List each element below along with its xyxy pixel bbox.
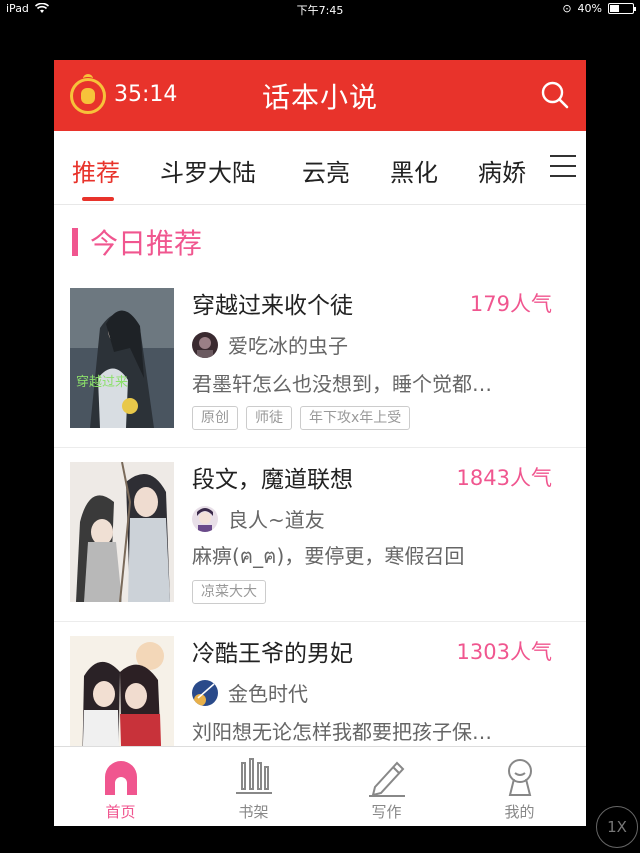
bookshelf-icon	[235, 758, 272, 794]
author-avatar	[192, 505, 218, 532]
nav-label: 写作	[371, 803, 402, 821]
book-description: 君墨轩怎么也没想到，睡个觉都…	[192, 372, 492, 396]
nav-label: 书架	[238, 803, 269, 821]
popularity: 179人气	[469, 292, 552, 316]
menu-icon[interactable]	[550, 155, 576, 177]
category-tabs: 推荐 斗罗大陆 云亮 黑化 病娇	[54, 131, 586, 205]
status-bar: iPad 下午7:45 ⊙ 40%	[0, 0, 640, 18]
tag[interactable]: 凉菜大大	[192, 580, 266, 604]
speed-toggle-button[interactable]: 1X	[596, 806, 638, 848]
bottom-nav: 首页 书架 写作 我的	[54, 746, 586, 826]
book-title: 段文，魔道联想	[192, 467, 353, 493]
battery-level	[610, 5, 619, 12]
book-author[interactable]: 爱吃冰的虫子	[192, 330, 348, 359]
nav-label: 我的	[504, 803, 535, 821]
section-header: 今日推荐	[72, 222, 202, 262]
author-avatar	[192, 331, 218, 358]
tab-yunliang[interactable]: 云亮	[302, 153, 350, 188]
pen-icon	[368, 761, 405, 797]
tab-recommend[interactable]: 推荐	[72, 153, 120, 188]
book-description: 麻痹(ฅ_ฅ)，要停更，寒假召回	[192, 544, 465, 568]
search-icon[interactable]	[540, 80, 570, 110]
section-marker	[72, 228, 78, 256]
tag[interactable]: 师徒	[246, 406, 292, 430]
book-cover[interactable]: 穿越过来	[70, 288, 174, 428]
home-icon	[104, 761, 137, 795]
book-author[interactable]: 良人~道友	[192, 504, 325, 533]
author-avatar	[192, 679, 218, 706]
tag[interactable]: 年下攻x年上受	[300, 406, 411, 430]
nav-label: 首页	[105, 803, 136, 821]
svg-text:穿越过来: 穿越过来	[76, 374, 128, 390]
author-name: 良人~道友	[228, 508, 325, 532]
book-author[interactable]: 金色时代	[192, 678, 308, 707]
book-title: 穿越过来收个徒	[192, 293, 353, 319]
nav-write[interactable]: 写作	[320, 747, 453, 826]
book-tags: 原创 师徒 年下攻x年上受	[192, 406, 411, 430]
nav-home[interactable]: 首页	[54, 747, 187, 826]
popularity: 1303人气	[456, 640, 552, 664]
book-item[interactable]: 穿越过来 穿越过来收个徒 179人气 爱吃冰的虫子 君墨轩怎么也没想到，睡个觉都…	[54, 274, 586, 448]
tab-douluo[interactable]: 斗罗大陆	[160, 153, 256, 188]
book-item[interactable]: 段文，魔道联想 1843人气 良人~道友 麻痹(ฅ_ฅ)，要停更，寒假召回 凉菜…	[54, 448, 586, 622]
tab-heihua[interactable]: 黑化	[390, 153, 438, 188]
popularity: 1843人气	[456, 466, 552, 490]
top-bar: 35:14 话本小说	[54, 60, 586, 131]
app-window: 35:14 话本小说 推荐 斗罗大陆 云亮 黑化 病娇 今日推荐 穿越过来 穿越…	[54, 60, 586, 826]
active-tab-indicator	[82, 197, 114, 201]
tab-bingjiao[interactable]: 病娇	[478, 153, 526, 188]
nav-profile[interactable]: 我的	[453, 747, 586, 826]
book-description: 刘阳想无论怎样我都要把孩子保…	[192, 720, 492, 744]
section-title: 今日推荐	[90, 227, 203, 260]
rotation-lock-icon: ⊙	[562, 2, 572, 15]
battery-icon	[608, 3, 636, 14]
app-title: 话本小说	[261, 81, 378, 114]
battery-percent: 40%	[577, 2, 602, 15]
author-name: 爱吃冰的虫子	[228, 334, 348, 358]
tag[interactable]: 原创	[192, 406, 238, 430]
nav-bookshelf[interactable]: 书架	[187, 747, 320, 826]
profile-icon	[507, 759, 532, 796]
author-name: 金色时代	[228, 682, 308, 706]
book-title: 冷酷王爷的男妃	[192, 641, 353, 667]
book-cover[interactable]	[70, 462, 174, 602]
status-time: 下午7:45	[296, 4, 344, 17]
book-tags: 凉菜大大	[192, 580, 266, 604]
